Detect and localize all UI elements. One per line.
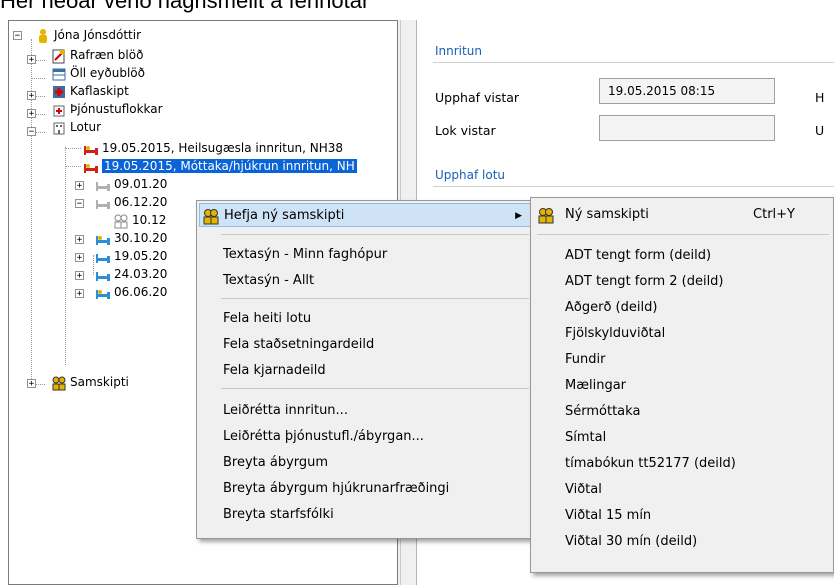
- menu-item-breyta-hjukrunarfraedingi[interactable]: Breyta ábyrgum hjúkrunarfræðingi: [197, 477, 533, 501]
- submenu-item[interactable]: Símtal: [531, 426, 833, 450]
- people-icon: [537, 206, 555, 233]
- collapse-toggle[interactable]: −: [13, 31, 22, 41]
- bed-icon: [95, 231, 111, 247]
- right-label-cut-1: H: [815, 90, 825, 105]
- page-caption: Hér neðar verið nágrismelit á fénnotar: [0, 0, 370, 13]
- submenu-item[interactable]: Viðtal 30 mín (deild): [531, 530, 833, 554]
- tree-item-rafraen[interactable]: Rafræn blöð: [51, 46, 143, 64]
- tree-item-lota-3[interactable]: 09.01.20: [95, 175, 167, 193]
- bed-icon: [95, 195, 111, 211]
- menu-item-leidretta-thjonustufl[interactable]: Leiðrétta þjónustufl./ábyrgan...: [197, 425, 533, 449]
- submenu-item[interactable]: ADT tengt form 2 (deild): [531, 270, 833, 294]
- submenu-item-ny-samskipti[interactable]: Ný samskipti Ctrl+Y: [531, 203, 833, 227]
- tree-root[interactable]: Jóna Jónsdóttir: [35, 26, 141, 44]
- menu-item-fela-heiti-lotu[interactable]: Fela heiti lotu: [197, 307, 533, 331]
- tree-item-lota-1[interactable]: 19.05.2015, Heilsugæsla innritun, NH38: [83, 139, 343, 157]
- bed-icon: [95, 267, 111, 283]
- tree-item-lota-5[interactable]: 30.10.20: [95, 229, 167, 247]
- bed-icon: [95, 285, 111, 301]
- person-icon: [35, 28, 51, 44]
- submenu-item[interactable]: Viðtal: [531, 478, 833, 502]
- expand-toggle[interactable]: +: [75, 181, 84, 191]
- submenu-item[interactable]: Fundir: [531, 348, 833, 372]
- expand-toggle[interactable]: +: [27, 91, 36, 101]
- section-innritun: Innritun: [435, 44, 482, 58]
- shortcut-label: Ctrl+Y: [753, 207, 795, 222]
- collapse-toggle[interactable]: −: [27, 127, 36, 137]
- expand-toggle[interactable]: +: [75, 253, 84, 263]
- lok-vistar-label: Lok vistar: [435, 123, 496, 138]
- right-label-cut-2: U: [815, 123, 825, 138]
- tree-item-lota-6[interactable]: 19.05.20: [95, 247, 167, 265]
- expand-toggle[interactable]: +: [75, 235, 84, 245]
- tree-item-lota-2[interactable]: 19.05.2015, Móttaka/hjúkrun innritun, NH: [83, 157, 357, 175]
- submenu-item[interactable]: Sérmóttaka: [531, 400, 833, 424]
- expand-toggle[interactable]: +: [75, 289, 84, 299]
- lok-vistar-field[interactable]: [599, 115, 775, 141]
- menu-item-breyta-abyrgum[interactable]: Breyta ábyrgum: [197, 451, 533, 475]
- menu-item-breyta-starfsfolki[interactable]: Breyta starfsfólki: [197, 503, 533, 527]
- submenu-arrow-icon: ▶: [515, 211, 522, 221]
- bed-icon: [83, 159, 99, 175]
- people-icon: [113, 213, 129, 229]
- tree-item-samskipti[interactable]: Samskipti: [51, 373, 129, 391]
- table-icon: [51, 66, 67, 82]
- forms-icon: [51, 48, 67, 64]
- bed-icon: [95, 249, 111, 265]
- medical-icon: [51, 84, 67, 100]
- upphaf-vistar-label: Upphaf vistar: [435, 90, 520, 105]
- section-upphaf-lotu: Upphaf lotu: [435, 168, 506, 182]
- service-icon: [51, 102, 67, 118]
- upphaf-vistar-field[interactable]: 19.05.2015 08:15: [599, 78, 775, 104]
- menu-item-textasyn-allt[interactable]: Textasýn - Allt: [197, 269, 533, 293]
- submenu-item[interactable]: Fjölskylduviðtal: [531, 322, 833, 346]
- submenu-item[interactable]: Aðgerð (deild): [531, 296, 833, 320]
- tree-item-lotur[interactable]: Lotur: [51, 118, 101, 136]
- menu-item-textasyn-minn[interactable]: Textasýn - Minn faghópur: [197, 243, 533, 267]
- tree-item-thjonustuflokkar[interactable]: Þjónustuflokkar: [51, 100, 163, 118]
- submenu-item[interactable]: tímabókun tt52177 (deild): [531, 452, 833, 476]
- menu-item-hefja-ny-samskipti[interactable]: Hefja ný samskipti ▶: [199, 203, 531, 227]
- tree-item-lota-7[interactable]: 24.03.20: [95, 265, 167, 283]
- menu-item-fela-kjarnadeild[interactable]: Fela kjarnadeild: [197, 359, 533, 383]
- building-icon: [51, 120, 67, 136]
- people-icon: [202, 207, 220, 234]
- people-icon: [51, 375, 67, 391]
- menu-item-leidretta-innritun[interactable]: Leiðrétta innritun...: [197, 399, 533, 423]
- tree-item-kaflaskipt[interactable]: Kaflaskipt: [51, 82, 129, 100]
- expand-toggle[interactable]: +: [27, 55, 36, 65]
- tree-item-subnode[interactable]: 10.12: [113, 211, 166, 229]
- expand-toggle[interactable]: +: [27, 109, 36, 119]
- tree-item-lota-4[interactable]: 06.12.20: [95, 193, 167, 211]
- expand-toggle[interactable]: +: [75, 271, 84, 281]
- collapse-toggle[interactable]: −: [75, 199, 84, 209]
- menu-item-fela-stadsetningardeild[interactable]: Fela staðsetningardeild: [197, 333, 533, 357]
- submenu: Ný samskipti Ctrl+Y ADT tengt form (deil…: [530, 197, 834, 573]
- tree-item-oll-eydublod[interactable]: Öll eyðublöð: [51, 64, 145, 82]
- submenu-item[interactable]: Viðtal 15 mín: [531, 504, 833, 528]
- bed-icon: [95, 177, 111, 193]
- tree-item-lota-8[interactable]: 06.06.20: [95, 283, 167, 301]
- submenu-item[interactable]: ADT tengt form (deild): [531, 244, 833, 268]
- expand-toggle[interactable]: +: [27, 379, 36, 389]
- context-menu: Hefja ný samskipti ▶ Textasýn - Minn fag…: [196, 200, 534, 539]
- submenu-item[interactable]: Mælingar: [531, 374, 833, 398]
- bed-icon: [83, 141, 99, 157]
